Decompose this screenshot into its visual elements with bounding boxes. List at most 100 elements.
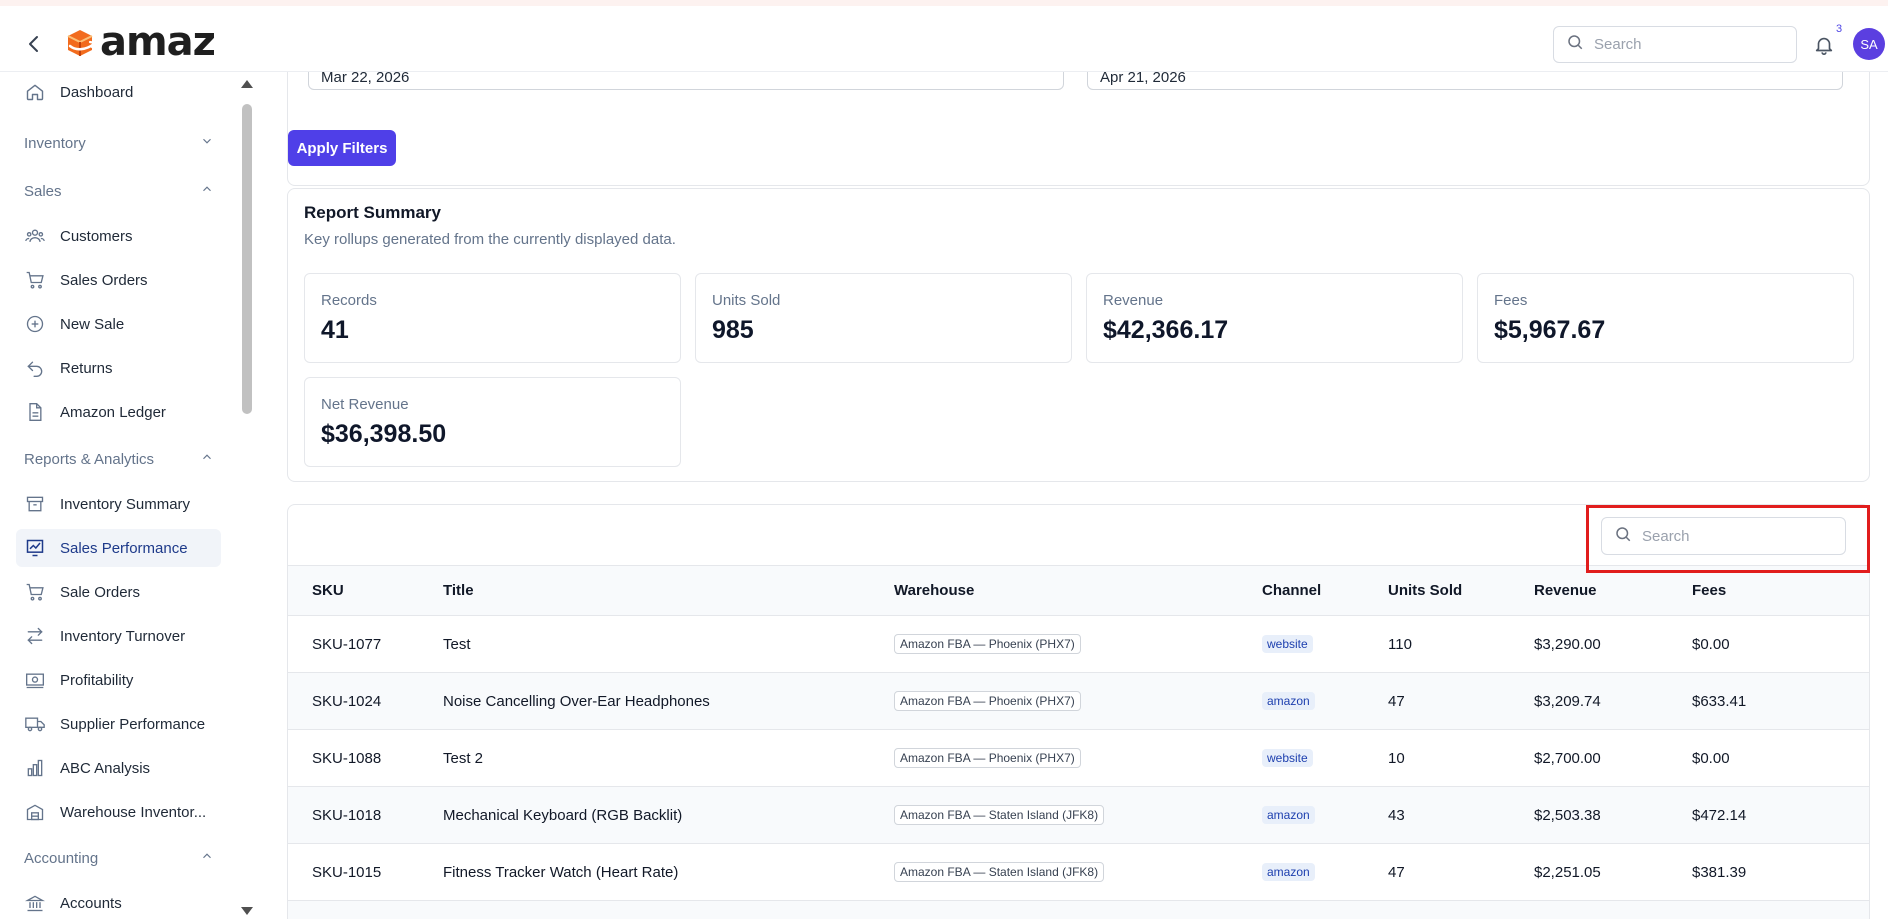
cell-channel: website — [1262, 615, 1388, 673]
cell-fees: $633.41 — [1692, 672, 1869, 730]
sidebar-section-sales[interactable]: Sales — [24, 176, 214, 206]
sidebar-item-amazon-ledger[interactable]: Amazon Ledger — [16, 393, 221, 431]
sidebar-item-new-sale[interactable]: New Sale — [16, 305, 221, 343]
sidebar-item-label: Dashboard — [60, 83, 134, 101]
sidebar-item-returns[interactable]: Returns — [16, 349, 221, 387]
cell-fees: $0.00 — [1692, 729, 1869, 787]
back-arrow-icon[interactable] — [22, 32, 46, 56]
cell-warehouse: Amazon FBA — Phoenix (PHX7) — [894, 672, 1262, 730]
arrows-swap-icon — [24, 625, 46, 647]
sidebar-section-label: Sales — [24, 182, 62, 200]
cash-icon — [24, 669, 46, 691]
table-row[interactable]: SKU-1015 Fitness Tracker Watch (Heart Ra… — [288, 843, 1869, 901]
table-row[interactable]: SKU-1088 Test 2 Amazon FBA — Phoenix (PH… — [288, 729, 1869, 787]
channel-badge: amazon — [1262, 692, 1315, 710]
cell-warehouse: Amazon FBA — Phoenix (PHX7) — [894, 729, 1262, 787]
cell-channel: website — [1262, 729, 1388, 787]
cell-channel: amazon — [1262, 672, 1388, 730]
sidebar-item-customers[interactable]: Customers — [16, 217, 221, 255]
scroll-down-arrow-icon[interactable] — [240, 903, 254, 915]
sidebar-item-abc-analysis[interactable]: ABC Analysis — [16, 749, 221, 787]
start-date-field[interactable]: Mar 22, 2026 — [308, 72, 1064, 90]
summary-subtitle: Key rollups generated from the currently… — [304, 231, 676, 248]
app-logo[interactable]: amaz — [62, 19, 216, 65]
stat-net-revenue: Net Revenue $36,398.50 — [304, 377, 681, 467]
cell-revenue: $2,700.00 — [1534, 729, 1692, 787]
end-date-value: Apr 21, 2026 — [1100, 72, 1186, 86]
sidebar-section-label: Inventory — [24, 134, 86, 152]
sidebar-item-inventory-summary[interactable]: Inventory Summary — [16, 485, 221, 523]
sidebar-item-label: Sales Performance — [60, 539, 188, 557]
sidebar-item-sale-orders[interactable]: Sale Orders — [16, 573, 221, 611]
chart-line-icon — [24, 537, 46, 559]
sidebar-item-label: Returns — [60, 359, 113, 377]
start-date-value: Mar 22, 2026 — [321, 72, 410, 86]
stat-value: 41 — [321, 316, 349, 344]
home-icon — [24, 81, 46, 103]
cell-sku: SKU-1015 — [288, 843, 443, 901]
sidebar-item-dashboard[interactable]: Dashboard — [16, 73, 221, 111]
cell-units: 47 — [1388, 672, 1534, 730]
sidebar-item-label: Inventory Summary — [60, 495, 191, 513]
channel-badge: amazon — [1262, 863, 1315, 881]
undo-icon — [24, 357, 46, 379]
sidebar-item-label: Sales Orders — [60, 271, 148, 289]
global-search[interactable] — [1553, 26, 1797, 63]
sidebar-item-supplier-performance[interactable]: Supplier Performance — [16, 705, 221, 743]
table-row[interactable]: SKU-1077 Test Amazon FBA — Phoenix (PHX7… — [288, 615, 1869, 673]
stat-value: $36,398.50 — [321, 420, 447, 448]
warehouse-badge: Amazon FBA — Phoenix (PHX7) — [894, 748, 1081, 768]
cell-sku: SKU-1088 — [288, 729, 443, 787]
sidebar-section-inventory[interactable]: Inventory — [24, 128, 214, 158]
stat-records: Records 41 — [304, 273, 681, 363]
apply-filters-button[interactable]: Apply Filters — [288, 130, 396, 166]
global-search-input[interactable] — [1594, 36, 1774, 53]
stat-value: 985 — [712, 316, 754, 344]
table-row[interactable]: SKU-1024 Noise Cancelling Over-Ear Headp… — [288, 672, 1869, 730]
column-header-warehouse[interactable]: Warehouse — [894, 565, 1262, 616]
document-icon — [24, 401, 46, 423]
bell-icon[interactable] — [1813, 34, 1837, 58]
users-icon — [24, 225, 46, 247]
warehouse-icon — [24, 801, 46, 823]
sidebar-scroll-thumb[interactable] — [242, 104, 252, 414]
sidebar-item-label: Inventory Turnover — [60, 627, 186, 645]
column-header-channel[interactable]: Channel — [1262, 565, 1388, 616]
sidebar-section-accounting[interactable]: Accounting — [24, 843, 214, 873]
sidebar-item-profitability[interactable]: Profitability — [16, 661, 221, 699]
sidebar-item-accounts[interactable]: Accounts — [16, 884, 221, 919]
chevron-up-icon — [200, 182, 214, 200]
sidebar-section-reports[interactable]: Reports & Analytics — [24, 444, 214, 474]
column-header-title[interactable]: Title — [443, 565, 894, 616]
column-header-revenue[interactable]: Revenue — [1534, 565, 1692, 616]
sidebar-item-sales-performance[interactable]: Sales Performance — [16, 529, 221, 567]
table-row[interactable]: SKU-1018 Mechanical Keyboard (RGB Backli… — [288, 786, 1869, 844]
user-avatar[interactable]: SA — [1853, 28, 1885, 60]
sidebar-item-inventory-turnover[interactable]: Inventory Turnover — [16, 617, 221, 655]
cell-units: 110 — [1388, 615, 1534, 673]
column-header-fees[interactable]: Fees — [1692, 565, 1869, 616]
warehouse-badge: Amazon FBA — Staten Island (JFK8) — [894, 805, 1105, 825]
sidebar-item-sales-orders[interactable]: Sales Orders — [16, 261, 221, 299]
cell-warehouse: Amazon FBA — Staten Island (JFK8) — [894, 786, 1262, 844]
table-row[interactable] — [288, 900, 1869, 919]
cell-warehouse: Amazon FBA — Phoenix (PHX7) — [894, 615, 1262, 673]
cell-revenue: $2,503.38 — [1534, 786, 1692, 844]
table-header-row: SKU Title Warehouse Channel Units Sold R… — [288, 565, 1869, 616]
cell-sku: SKU-1024 — [288, 672, 443, 730]
column-header-units-sold[interactable]: Units Sold — [1388, 565, 1534, 616]
stat-value: $5,967.67 — [1494, 316, 1606, 344]
archive-icon — [24, 493, 46, 515]
channel-badge: website — [1262, 635, 1313, 653]
end-date-field[interactable]: Apr 21, 2026 — [1087, 72, 1843, 90]
sidebar-item-label: Customers — [60, 227, 133, 245]
cell-title: Mechanical Keyboard (RGB Backlit) — [443, 786, 894, 844]
cell-revenue: $3,290.00 — [1534, 615, 1692, 673]
column-header-sku[interactable]: SKU — [288, 565, 443, 616]
sidebar-item-label: Sale Orders — [60, 583, 141, 601]
scroll-up-arrow-icon[interactable] — [240, 76, 254, 88]
sidebar-item-warehouse-inventory[interactable]: Warehouse Inventor... — [16, 793, 221, 831]
main-content: Mar 22, 2026 Apr 21, 2026 Apply Filters … — [254, 72, 1888, 919]
warehouse-badge: Amazon FBA — Phoenix (PHX7) — [894, 634, 1081, 654]
sidebar-section-label: Reports & Analytics — [24, 450, 155, 468]
